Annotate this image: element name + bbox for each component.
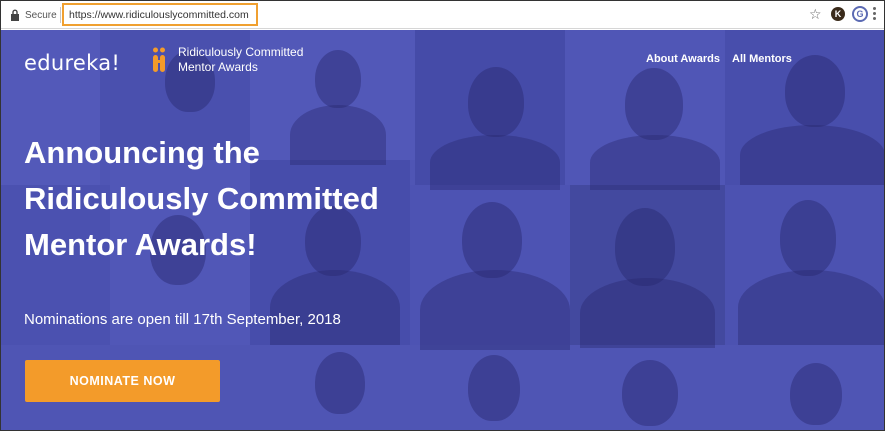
extension-k-icon[interactable]: K [831, 7, 845, 21]
secure-label: Secure [25, 9, 57, 21]
award-logo-icon [153, 47, 165, 72]
menu-icon[interactable] [873, 7, 877, 21]
nav-all-mentors[interactable]: All Mentors [732, 53, 792, 65]
browser-toolbar: Secure https://www.ridiculouslycommitted… [0, 0, 885, 29]
nomination-deadline: Nominations are open till 17th September… [24, 311, 341, 328]
hero-headline: Announcing the Ridiculously Committed Me… [24, 130, 444, 268]
nav-about-awards[interactable]: About Awards [646, 53, 720, 65]
nominate-now-button[interactable]: NOMINATE NOW [25, 360, 220, 402]
address-divider [60, 7, 61, 23]
award-title: Ridiculously Committed Mentor Awards [178, 45, 304, 74]
edureka-logo[interactable]: edureka! [24, 51, 120, 75]
lock-icon [11, 9, 19, 21]
extension-g-icon[interactable]: G [852, 6, 868, 22]
hero-headline-line: Announcing the [24, 135, 260, 170]
secure-indicator[interactable]: Secure [10, 8, 57, 22]
hero-headline-line: Mentor Awards! [24, 227, 257, 262]
hero-headline-line: Ridiculously Committed [24, 181, 379, 216]
address-bar[interactable]: https://www.ridiculouslycommitted.com [62, 3, 258, 26]
hero-section: edureka! Ridiculously Committed Mentor A… [0, 30, 885, 431]
star-icon[interactable]: ☆ [809, 6, 822, 22]
